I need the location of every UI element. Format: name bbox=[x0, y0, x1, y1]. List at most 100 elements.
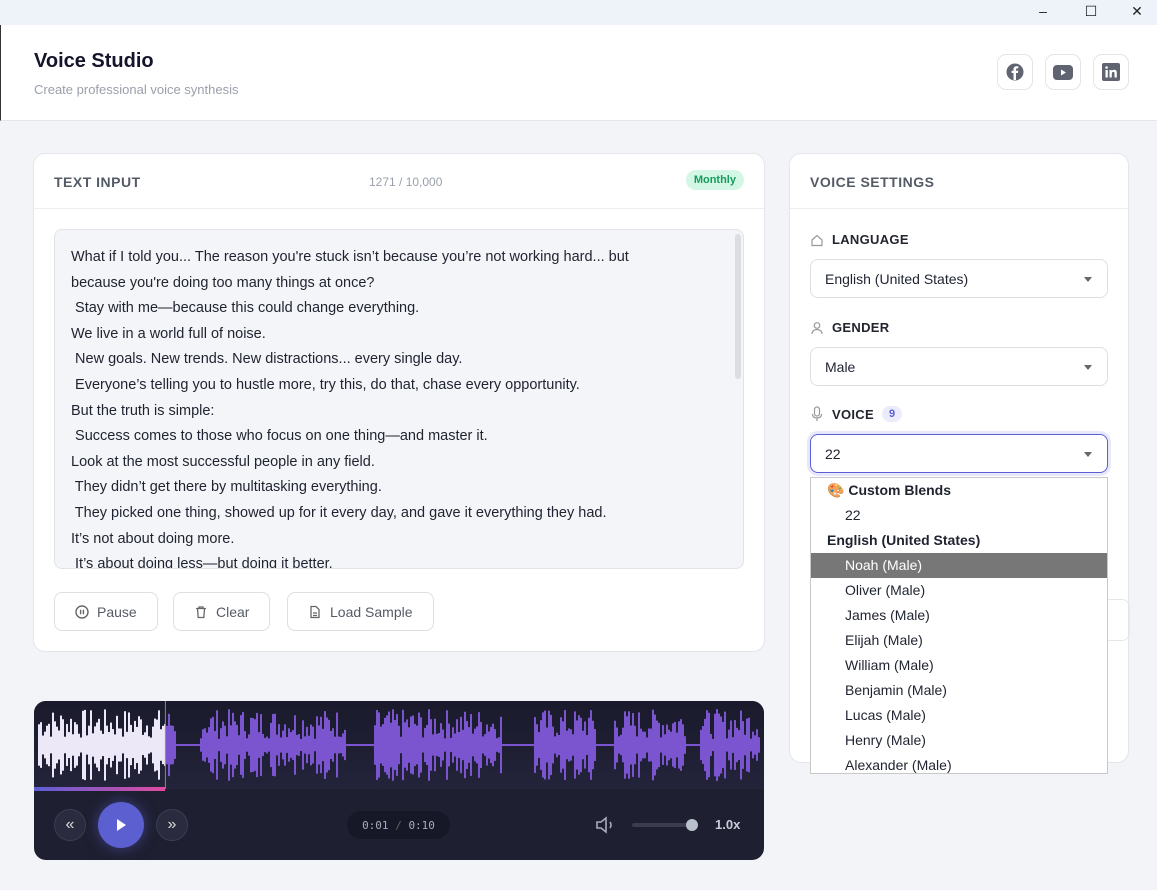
waveform-bar bbox=[82, 710, 84, 780]
waveform-bar bbox=[68, 731, 70, 759]
waveform-bar bbox=[530, 744, 532, 746]
waveform-bar bbox=[644, 731, 646, 759]
dropdown-option[interactable]: Benjamin (Male) bbox=[811, 678, 1107, 703]
waveform-bar bbox=[212, 716, 214, 774]
dropdown-option[interactable]: Alexander (Male) bbox=[811, 753, 1107, 778]
dropdown-option[interactable]: James (Male) bbox=[811, 603, 1107, 628]
app-subtitle: Create professional voice synthesis bbox=[34, 82, 239, 97]
waveform-bar bbox=[680, 719, 682, 771]
waveform-bar bbox=[236, 724, 238, 766]
waveform-bar bbox=[274, 713, 276, 777]
waveform[interactable] bbox=[34, 701, 764, 789]
waveform-bar bbox=[194, 744, 196, 746]
waveform-bar bbox=[172, 725, 174, 765]
waveform-bar bbox=[676, 732, 678, 758]
microphone-icon bbox=[811, 406, 823, 421]
speed-button[interactable]: 1.0x bbox=[715, 817, 740, 832]
text-input-area[interactable]: What if I told you... The reason you're … bbox=[54, 229, 744, 569]
waveform-bar bbox=[510, 744, 512, 746]
waveform-bar bbox=[418, 712, 420, 778]
waveform-bar bbox=[626, 716, 628, 774]
waveform-bar bbox=[294, 715, 296, 775]
maximize-button[interactable]: ☐ bbox=[1068, 0, 1114, 22]
load-sample-button[interactable]: Load Sample bbox=[287, 592, 434, 631]
waveform-bar bbox=[186, 744, 188, 746]
waveform-bar bbox=[610, 744, 612, 746]
waveform-bar bbox=[42, 735, 44, 755]
waveform-bar bbox=[756, 729, 758, 761]
waveform-bar bbox=[256, 712, 258, 778]
waveform-bar bbox=[38, 724, 40, 766]
waveform-bar bbox=[442, 729, 444, 761]
waveform-bar bbox=[54, 721, 56, 769]
gender-select[interactable]: Male bbox=[810, 347, 1108, 386]
waveform-bar bbox=[622, 727, 624, 763]
dropdown-option[interactable]: William (Male) bbox=[811, 653, 1107, 678]
waveform-bar bbox=[348, 744, 350, 746]
volume-slider[interactable] bbox=[632, 823, 694, 827]
waveform-bar bbox=[234, 721, 236, 769]
waveform-bar bbox=[654, 714, 656, 776]
waveform-bar bbox=[266, 736, 268, 754]
waveform-bar bbox=[136, 726, 138, 764]
waveform-bar bbox=[684, 736, 686, 754]
waveform-bar bbox=[168, 713, 170, 777]
linkedin-button[interactable] bbox=[1093, 54, 1129, 90]
waveform-bar bbox=[392, 709, 394, 781]
youtube-button[interactable] bbox=[1045, 54, 1081, 90]
waveform-bar bbox=[330, 730, 332, 760]
waveform-bar bbox=[292, 730, 294, 760]
waveform-bar bbox=[722, 721, 724, 769]
dropdown-option[interactable]: Henry (Male) bbox=[811, 728, 1107, 753]
waveform-bar bbox=[694, 744, 696, 746]
rewind-button[interactable]: « bbox=[54, 809, 86, 841]
waveform-bar bbox=[44, 731, 46, 759]
waveform-bar bbox=[386, 715, 388, 775]
waveform-bar bbox=[420, 717, 422, 773]
waveform-bar bbox=[582, 730, 584, 760]
forward-button[interactable]: » bbox=[156, 809, 188, 841]
waveform-bar bbox=[354, 744, 356, 746]
time-display: 0:01 / 0:10 bbox=[347, 811, 450, 839]
dropdown-option[interactable]: Lucas (Male) bbox=[811, 703, 1107, 728]
play-button[interactable] bbox=[98, 802, 144, 848]
waveform-bar bbox=[712, 738, 714, 752]
waveform-bar bbox=[752, 731, 754, 759]
close-button[interactable]: ✕ bbox=[1114, 0, 1157, 22]
waveform-bar bbox=[140, 719, 142, 771]
waveform-bar bbox=[346, 744, 348, 746]
pause-button[interactable]: Pause bbox=[54, 592, 158, 631]
facebook-button[interactable] bbox=[997, 54, 1033, 90]
dropdown-option[interactable]: Elijah (Male) bbox=[811, 628, 1107, 653]
waveform-bar bbox=[48, 723, 50, 767]
waveform-bar bbox=[600, 744, 602, 746]
waveform-bar bbox=[578, 715, 580, 775]
waveform-bar bbox=[594, 728, 596, 762]
waveform-bar bbox=[110, 722, 112, 768]
waveform-bar bbox=[588, 717, 590, 773]
language-select[interactable]: English (United States) bbox=[810, 259, 1108, 298]
dropdown-option[interactable]: Oliver (Male) bbox=[811, 578, 1107, 603]
waveform-bar bbox=[134, 720, 136, 770]
dropdown-option[interactable]: 22 bbox=[811, 503, 1107, 528]
waveform-bar bbox=[150, 737, 152, 753]
minimize-button[interactable]: – bbox=[1020, 0, 1066, 22]
clear-button[interactable]: Clear bbox=[173, 592, 271, 631]
dropdown-option[interactable]: Noah (Male) bbox=[811, 553, 1107, 578]
waveform-bar bbox=[342, 733, 344, 757]
scrollbar[interactable] bbox=[735, 234, 741, 379]
volume-icon[interactable] bbox=[595, 815, 617, 835]
waveform-bar bbox=[356, 744, 358, 746]
volume-knob[interactable] bbox=[686, 819, 698, 831]
voice-select[interactable]: 22 bbox=[810, 434, 1108, 473]
waveform-bar bbox=[94, 726, 96, 764]
pause-icon bbox=[75, 604, 89, 619]
playback-progress[interactable] bbox=[34, 787, 166, 791]
waveform-bar bbox=[484, 734, 486, 756]
waveform-bar bbox=[366, 744, 368, 746]
waveform-bar bbox=[540, 720, 542, 770]
waveform-bar bbox=[202, 729, 204, 761]
waveform-bar bbox=[668, 729, 670, 761]
waveform-bar bbox=[156, 719, 158, 771]
waveform-bar bbox=[562, 721, 564, 769]
